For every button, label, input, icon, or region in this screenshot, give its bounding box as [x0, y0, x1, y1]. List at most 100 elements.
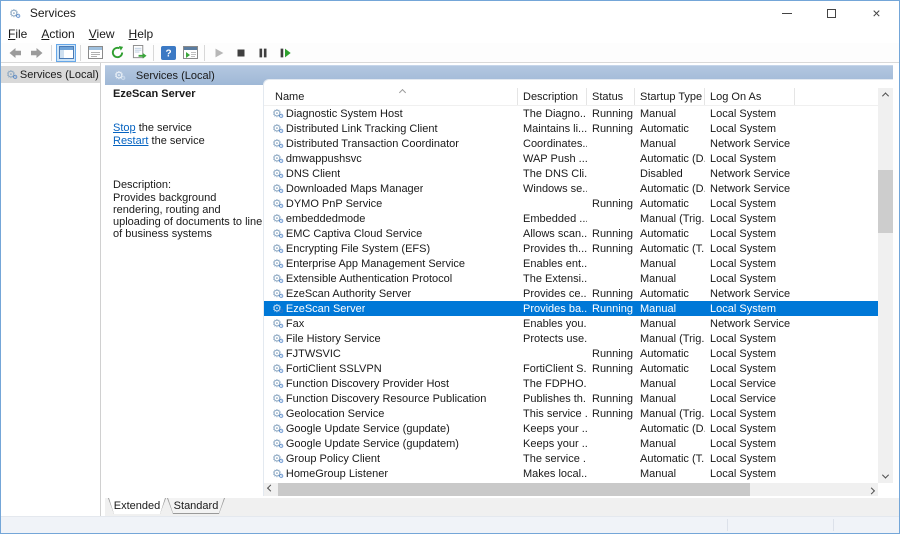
view-tab-strip: Extended Standard — [105, 498, 899, 516]
table-row[interactable]: ⚙Function Discovery Provider Host The FD… — [264, 376, 878, 391]
table-row[interactable]: ⚙Distributed Transaction Coordinator Coo… — [264, 136, 878, 151]
table-row[interactable]: ⚙Geolocation Service This service ... Ru… — [264, 406, 878, 421]
table-row[interactable]: ⚙Encrypting File System (EFS) Provides t… — [264, 241, 878, 256]
service-icon: ⚙ — [272, 408, 282, 419]
column-header-log-on-as[interactable]: Log On As — [705, 88, 795, 105]
table-row[interactable]: ⚙embeddedmode Embedded ... Manual (Trig.… — [264, 211, 878, 226]
start-service-icon[interactable] — [209, 44, 229, 62]
service-detail-panel: EzeScan Server Stop the service Restart … — [113, 87, 261, 496]
service-log-on-as: Local System — [705, 241, 795, 256]
console-tree-panel: ⚙ Services (Local) — [1, 63, 101, 516]
service-name: FJTWSVIC — [286, 348, 341, 360]
table-row[interactable]: ⚙DYMO PnP Service Running Automatic Loca… — [264, 196, 878, 211]
restart-service-link[interactable]: Restart — [113, 135, 148, 147]
service-icon: ⚙ — [272, 348, 282, 359]
menu-view[interactable]: View — [82, 26, 122, 42]
window-title: Services — [30, 6, 76, 20]
service-startup-type: Automatic (T... — [635, 241, 705, 256]
services-list-card: Name Description Status Startup Type Log… — [263, 79, 893, 496]
pause-service-icon[interactable] — [253, 44, 273, 62]
column-header-name[interactable]: Name — [264, 88, 518, 105]
service-icon: ⚙ — [272, 243, 282, 254]
menu-file[interactable]: File — [1, 26, 34, 42]
service-icon: ⚙ — [272, 453, 282, 464]
service-status: Running — [587, 121, 635, 136]
table-row[interactable]: ⚙Google Update Service (gupdatem) Keeps … — [264, 436, 878, 451]
minimize-button[interactable] — [764, 1, 809, 25]
maximize-button[interactable] — [809, 1, 854, 25]
scroll-right-icon[interactable] — [865, 483, 878, 496]
table-row[interactable]: ⚙Google Update Service (gupdate) Keeps y… — [264, 421, 878, 436]
tab-standard[interactable]: Standard — [167, 498, 225, 514]
service-name: Geolocation Service — [286, 408, 384, 420]
service-status — [587, 271, 635, 286]
service-description — [518, 196, 587, 211]
restart-service-icon[interactable] — [275, 44, 295, 62]
service-description: Embedded ... — [518, 211, 587, 226]
service-name: DYMO PnP Service — [286, 198, 382, 210]
table-row[interactable]: ⚙FortiClient SSLVPN FortiClient S... Run… — [264, 361, 878, 376]
stop-service-line: Stop the service — [113, 122, 261, 135]
table-row[interactable]: ⚙Enterprise App Management Service Enabl… — [264, 256, 878, 271]
vertical-scroll-thumb[interactable] — [878, 170, 893, 233]
back-icon[interactable] — [5, 44, 25, 62]
table-row[interactable]: ⚙Function Discovery Resource Publication… — [264, 391, 878, 406]
service-status — [587, 331, 635, 346]
service-table-body: ⚙Diagnostic System Host The Diagno... Ru… — [264, 106, 878, 483]
table-row[interactable]: ⚙Distributed Link Tracking Client Mainta… — [264, 121, 878, 136]
scroll-up-icon[interactable] — [878, 88, 893, 101]
column-header-startup-type[interactable]: Startup Type — [635, 88, 705, 105]
toolbar: ? — [1, 43, 899, 63]
stop-service-icon[interactable] — [231, 44, 251, 62]
properties-icon[interactable] — [85, 44, 105, 62]
toolbar-separator — [204, 45, 205, 61]
show-console-tree-icon[interactable] — [56, 44, 76, 62]
tab-extended[interactable]: Extended — [108, 498, 166, 514]
service-description: Enables ent... — [518, 256, 587, 271]
table-row[interactable]: ⚙Fax Enables you... Manual Network Servi… — [264, 316, 878, 331]
table-row[interactable]: ⚙dmwappushsvc WAP Push ... Automatic (D.… — [264, 151, 878, 166]
horizontal-scroll-thumb[interactable] — [278, 483, 750, 496]
table-row[interactable]: ⚙FJTWSVIC Running Automatic Local System — [264, 346, 878, 361]
service-icon: ⚙ — [272, 153, 282, 164]
scroll-down-icon[interactable] — [878, 470, 893, 483]
service-name: Distributed Link Tracking Client — [286, 123, 438, 135]
service-name: embeddedmode — [286, 213, 366, 225]
service-icon: ⚙ — [272, 393, 282, 404]
service-status — [587, 256, 635, 271]
table-row[interactable]: ⚙Downloaded Maps Manager Windows se... A… — [264, 181, 878, 196]
column-header-status[interactable]: Status — [587, 88, 635, 105]
table-row[interactable]: ⚙HomeGroup Listener Makes local... Manua… — [264, 466, 878, 481]
service-icon: ⚙ — [272, 468, 282, 479]
table-row[interactable]: ⚙Group Policy Client The service ... Aut… — [264, 451, 878, 466]
forward-icon[interactable] — [27, 44, 47, 62]
service-icon: ⚙ — [272, 183, 282, 194]
refresh-icon[interactable] — [107, 44, 127, 62]
help-icon[interactable]: ? — [158, 44, 178, 62]
menu-action[interactable]: Action — [34, 26, 81, 42]
export-list-icon[interactable] — [129, 44, 149, 62]
table-row[interactable]: ⚙EzeScan Authority Server Provides ce...… — [264, 286, 878, 301]
stop-service-link[interactable]: Stop — [113, 122, 136, 134]
column-header-description[interactable]: Description — [518, 88, 587, 105]
service-icon: ⚙ — [272, 318, 282, 329]
extended-view-icon[interactable] — [180, 44, 200, 62]
close-button[interactable]: × — [854, 1, 899, 25]
table-row[interactable]: ⚙EzeScan Server Provides ba... Running M… — [264, 301, 878, 316]
table-row[interactable]: ⚙File History Service Protects use... Ma… — [264, 331, 878, 346]
service-status — [587, 166, 635, 181]
table-row[interactable]: ⚙Diagnostic System Host The Diagno... Ru… — [264, 106, 878, 121]
service-status — [587, 316, 635, 331]
close-icon: × — [872, 6, 880, 20]
scroll-left-icon[interactable] — [264, 483, 277, 496]
vertical-scrollbar[interactable] — [878, 88, 893, 483]
service-log-on-as: Local System — [705, 121, 795, 136]
menu-help[interactable]: Help — [122, 26, 161, 42]
pane-header-title: Services (Local) — [136, 70, 215, 82]
horizontal-scrollbar[interactable] — [264, 483, 878, 496]
table-row[interactable]: ⚙EMC Captiva Cloud Service Allows scan..… — [264, 226, 878, 241]
tree-item-services-local[interactable]: ⚙ Services (Local) — [1, 66, 100, 83]
table-row[interactable]: ⚙DNS Client The DNS Cli... Disabled Netw… — [264, 166, 878, 181]
service-name: Fax — [286, 318, 304, 330]
table-row[interactable]: ⚙Extensible Authentication Protocol The … — [264, 271, 878, 286]
